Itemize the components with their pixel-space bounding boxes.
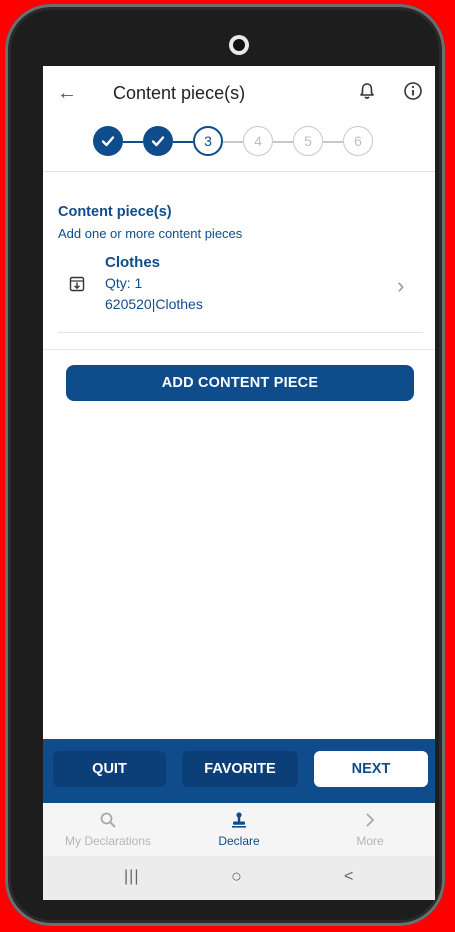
- step-1-complete[interactable]: [93, 126, 123, 156]
- item-divider: [58, 332, 423, 333]
- section-title: Content piece(s): [58, 204, 172, 220]
- nav-label: Declare: [218, 834, 260, 848]
- step-connector: [273, 141, 293, 143]
- step-connector: [173, 141, 193, 143]
- step-2-complete[interactable]: [143, 126, 173, 156]
- content-piece-qty: Qty: 1: [105, 275, 143, 291]
- content-piece-item[interactable]: Clothes Qty: 1 620520|Clothes ›: [58, 251, 423, 323]
- checkmark-icon: [101, 136, 115, 147]
- step-5: 5: [293, 126, 323, 156]
- download-box-icon: [69, 276, 85, 292]
- recent-apps-button[interactable]: |||: [124, 868, 139, 886]
- nav-item-my-declarations[interactable]: My Declarations: [43, 803, 173, 856]
- add-content-piece-button[interactable]: ADD CONTENT PIECE: [66, 365, 414, 401]
- home-button[interactable]: ○: [231, 866, 242, 887]
- page-title: Content piece(s): [113, 83, 246, 103]
- content-piece-name: Clothes: [105, 254, 161, 271]
- section-divider: [43, 349, 435, 350]
- nav-label: More: [356, 834, 384, 848]
- step-connector: [323, 141, 343, 143]
- back-button[interactable]: <: [344, 868, 353, 886]
- bottom-navigation: My Declarations Declare More: [43, 803, 435, 856]
- step-number: 6: [354, 133, 362, 149]
- progress-stepper: 3 4 5 6: [93, 126, 393, 162]
- chevron-right-icon[interactable]: ›: [397, 273, 404, 299]
- quit-button[interactable]: QUIT: [53, 751, 166, 787]
- header-divider: [43, 171, 435, 172]
- next-button[interactable]: NEXT: [314, 751, 428, 787]
- section-subtitle: Add one or more content pieces: [58, 226, 243, 241]
- step-number: 5: [304, 133, 312, 149]
- phone-frame: ← Content piece(s) 3 4 5 6 Content piece…: [5, 4, 445, 926]
- nav-item-declare[interactable]: Declare: [174, 803, 304, 856]
- step-number: 3: [204, 133, 212, 149]
- step-connector: [123, 141, 143, 143]
- checkmark-icon: [151, 136, 165, 147]
- action-bar: QUIT FAVORITE NEXT: [43, 739, 435, 803]
- bell-icon[interactable]: [357, 81, 377, 101]
- search-icon: [100, 812, 116, 828]
- top-bar: ← Content piece(s): [43, 66, 435, 118]
- front-camera: [229, 35, 249, 55]
- step-6: 6: [343, 126, 373, 156]
- stamp-icon: [232, 812, 246, 828]
- app-screen: ← Content piece(s) 3 4 5 6 Content piece…: [43, 66, 435, 900]
- step-3-current[interactable]: 3: [193, 126, 223, 156]
- nav-label: My Declarations: [64, 834, 152, 848]
- step-connector: [223, 141, 243, 143]
- info-icon[interactable]: [403, 81, 423, 101]
- step-4: 4: [243, 126, 273, 156]
- favorite-button[interactable]: FAVORITE: [182, 751, 298, 787]
- nav-item-more[interactable]: More: [305, 803, 435, 856]
- arrow-left-icon[interactable]: ←: [57, 82, 77, 105]
- system-navigation-bar: ||| ○ <: [43, 856, 435, 900]
- content-piece-code: 620520|Clothes: [105, 296, 203, 312]
- step-number: 4: [254, 133, 262, 149]
- chevron-right-icon: [366, 813, 375, 827]
